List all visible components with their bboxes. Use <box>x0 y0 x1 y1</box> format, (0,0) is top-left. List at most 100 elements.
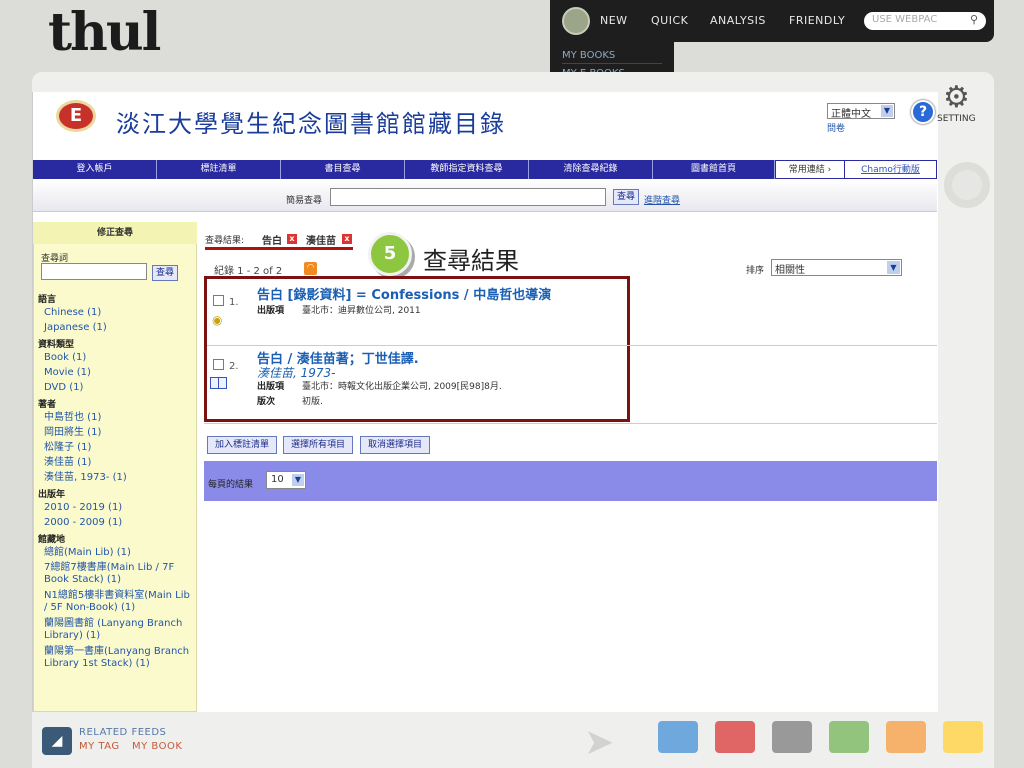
facet-item[interactable]: 中島哲也 (1) <box>38 410 194 425</box>
dropdown-my-books[interactable]: MY BOOKS <box>562 50 662 64</box>
survey-link[interactable]: 問卷 <box>827 121 845 134</box>
menu-marked-list[interactable]: 標註清單 <box>157 160 281 179</box>
page-title: 淡江大學覺生紀念圖書館館藏目錄 <box>116 110 506 138</box>
color-swatch[interactable] <box>886 721 926 753</box>
facet-item[interactable]: 岡田將生 (1) <box>38 425 194 440</box>
query-tag: 告白 <box>262 236 282 247</box>
per-page-bar <box>204 461 937 501</box>
facet-item[interactable]: 湊佳苗, 1973- (1) <box>38 470 194 485</box>
facet-item[interactable]: Book (1) <box>38 350 194 365</box>
color-swatch[interactable] <box>715 721 755 753</box>
record-title-link[interactable]: 告白 [錄影資料] = Confessions / 中島哲也導演 <box>257 284 551 303</box>
record-number: 1. <box>229 297 239 308</box>
sidebar-heading: 修正查尋 <box>33 222 197 244</box>
facet-item[interactable]: 湊佳苗 (1) <box>38 455 194 470</box>
nav-analysis[interactable]: ANALYSIS <box>710 14 766 27</box>
menu-common-links[interactable]: 常用連結 › <box>775 160 845 179</box>
main-menu: 登入帳戶 標註清單 書目查尋 教師指定資料查尋 清除查尋紀錄 圖書館首頁 常用連… <box>33 160 937 179</box>
facet-item[interactable]: 2000 - 2009 (1) <box>38 515 194 530</box>
seal-icon <box>562 7 590 35</box>
nav-new[interactable]: NEW <box>600 14 628 27</box>
chevron-down-icon: ▼ <box>887 261 900 274</box>
nav-friendly[interactable]: FRIENDLY <box>789 14 845 27</box>
publication-value: 臺北市：迪昇數位公司, 2011 <box>302 306 421 316</box>
remove-tag-icon[interactable]: x <box>287 234 297 244</box>
result-divider <box>204 423 937 424</box>
simple-search-label: 簡易查尋 <box>286 196 323 206</box>
menu-library-home[interactable]: 圖書館首頁 <box>653 160 775 179</box>
facet-item[interactable]: 7總館7樓書庫(Main Lib / 7F Book Stack) (1) <box>38 560 194 588</box>
remove-tag-icon[interactable]: x <box>342 234 352 244</box>
sort-select[interactable]: 相關性 ▼ <box>771 259 902 276</box>
menu-clear-history[interactable]: 清除查尋紀錄 <box>529 160 653 179</box>
record-checkbox[interactable] <box>213 295 224 306</box>
help-icon[interactable]: ? <box>911 100 935 124</box>
edition-label: 版次 <box>257 397 276 407</box>
facet-heading-type: 資料類型 <box>38 340 75 350</box>
step-label: 查尋結果 <box>423 247 519 275</box>
facet-heading-language: 語言 <box>38 295 57 305</box>
publication-value: 臺北市：時報文化出版企業公司, 2009[民98]8月. <box>302 382 502 392</box>
sidebar-search-button[interactable]: 查尋 <box>152 265 178 281</box>
simple-search-button[interactable]: 查尋 <box>613 189 639 205</box>
advanced-search-link[interactable]: 進階查尋 <box>644 193 680 206</box>
edition-value: 初版. <box>302 397 323 407</box>
book-icon <box>210 377 227 389</box>
sidebar-keyword-input[interactable] <box>41 263 147 280</box>
feed-icon[interactable]: ◢ <box>42 727 72 755</box>
per-page-value: 10 <box>271 474 284 485</box>
color-swatch[interactable] <box>772 721 812 753</box>
menu-login[interactable]: 登入帳戶 <box>33 160 157 179</box>
my-book-link[interactable]: MY BOOK <box>132 741 182 752</box>
color-swatch[interactable] <box>658 721 698 753</box>
publication-label: 出版項 <box>257 382 285 392</box>
facet-list: 語言 Chinese (1) Japanese (1) 資料類型 Book (1… <box>38 290 194 672</box>
related-feeds-link[interactable]: RELATED FEEDS <box>79 727 166 738</box>
menu-catalog-search[interactable]: 書目查尋 <box>281 160 405 179</box>
language-value: 正體中文 <box>831 109 871 120</box>
sort-label: 排序 <box>746 266 765 276</box>
dvd-icon: ◉ <box>212 313 223 327</box>
facet-item[interactable]: Chinese (1) <box>38 305 194 320</box>
facet-item[interactable]: 蘭陽圖書館 (Lanyang Branch Library) (1) <box>38 616 194 644</box>
color-swatch[interactable] <box>829 721 869 753</box>
record-count: 紀錄 1 - 2 of 2 <box>214 266 283 277</box>
per-page-label: 每頁的結果 <box>208 480 254 490</box>
facet-item[interactable]: N1總館5樓非書資料室(Main Lib / 5F Non-Book) (1) <box>38 588 194 616</box>
library-emblem: E <box>56 100 96 132</box>
tag-underline <box>205 247 353 250</box>
search-icon[interactable]: ⚲ <box>970 13 978 26</box>
setting-label[interactable]: SETTING <box>937 114 976 124</box>
add-to-marked-list-button[interactable]: 加入標註清單 <box>207 436 277 454</box>
sort-value: 相關性 <box>775 265 805 276</box>
nav-quick[interactable]: QUICK <box>651 14 688 27</box>
select-all-button[interactable]: 選擇所有項目 <box>283 436 353 454</box>
color-swatch[interactable] <box>943 721 983 753</box>
menu-course-reserves[interactable]: 教師指定資料查尋 <box>405 160 529 179</box>
record-checkbox[interactable] <box>213 359 224 370</box>
facet-item[interactable]: Movie (1) <box>38 365 194 380</box>
facet-item[interactable]: Japanese (1) <box>38 320 194 335</box>
language-select[interactable]: 正體中文 ▼ <box>827 103 895 120</box>
record-number: 2. <box>229 361 239 372</box>
rss-icon[interactable]: ◠ <box>304 262 317 275</box>
cursor-icon: ➤ <box>584 722 615 763</box>
facet-item[interactable]: 松隆子 (1) <box>38 440 194 455</box>
site-logo[interactable]: thul <box>48 2 161 63</box>
query-tag: 湊佳苗 <box>306 236 336 247</box>
facet-heading-location: 館藏地 <box>38 535 66 545</box>
disc-icon <box>944 162 990 208</box>
facet-item[interactable]: DVD (1) <box>38 380 194 395</box>
facet-item[interactable]: 總館(Main Lib) (1) <box>38 545 194 560</box>
gear-icon[interactable]: ⚙ <box>943 80 970 115</box>
webpac-search-input[interactable]: USE WEBPAC <box>864 12 986 30</box>
facet-heading-year: 出版年 <box>38 490 66 500</box>
facet-item[interactable]: 蘭陽第一書庫(Lanyang Branch Library 1st Stack)… <box>38 644 194 672</box>
deselect-all-button[interactable]: 取消選擇項目 <box>360 436 430 454</box>
simple-search-input[interactable] <box>330 188 606 206</box>
menu-chamo-mobile[interactable]: Chamo行動版 <box>845 160 937 179</box>
per-page-select[interactable]: 10 ▼ <box>266 471 306 489</box>
step-badge: 5 <box>368 232 412 276</box>
my-tag-link[interactable]: MY TAG <box>79 741 120 752</box>
facet-item[interactable]: 2010 - 2019 (1) <box>38 500 194 515</box>
